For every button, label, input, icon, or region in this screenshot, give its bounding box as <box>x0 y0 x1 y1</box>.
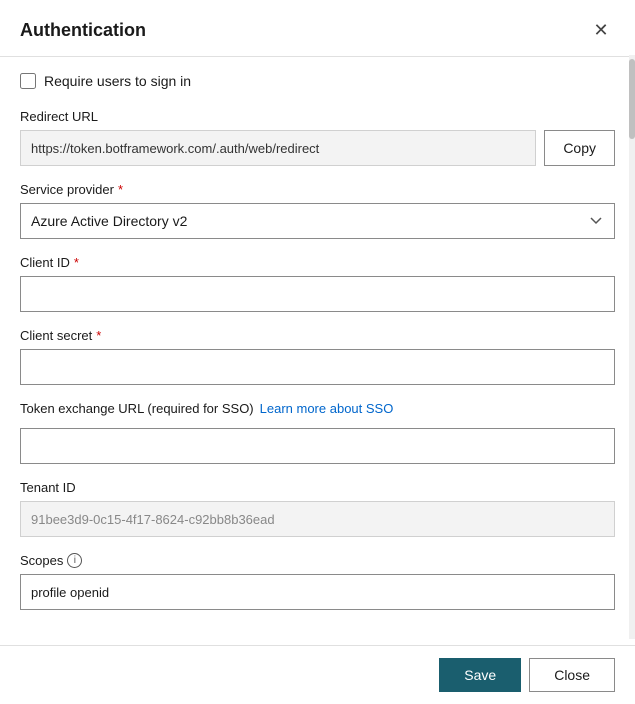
token-exchange-group: Token exchange URL (required for SSO) Le… <box>20 401 615 464</box>
client-secret-input[interactable] <box>20 349 615 385</box>
require-signin-row: Require users to sign in <box>20 73 615 89</box>
learn-more-sso-link[interactable]: Learn more about SSO <box>260 401 394 416</box>
dialog-close-button[interactable]: ✕ <box>587 16 615 44</box>
require-signin-label: Require users to sign in <box>44 73 191 89</box>
client-id-input[interactable] <box>20 276 615 312</box>
dialog-title: Authentication <box>20 20 146 41</box>
client-secret-group: Client secret * <box>20 328 615 385</box>
client-id-label: Client ID * <box>20 255 615 270</box>
client-secret-label: Client secret * <box>20 328 615 343</box>
dialog-body: Require users to sign in Redirect URL Co… <box>0 57 635 645</box>
tenant-id-input <box>20 501 615 537</box>
copy-button[interactable]: Copy <box>544 130 615 166</box>
scrollbar-track <box>629 55 635 639</box>
redirect-url-label: Redirect URL <box>20 109 615 124</box>
scopes-label-row: Scopes i <box>20 553 615 568</box>
redirect-url-group: Redirect URL Copy <box>20 109 615 166</box>
redirect-url-input[interactable] <box>20 130 536 166</box>
scopes-info-icon: i <box>67 553 82 568</box>
tenant-id-group: Tenant ID <box>20 480 615 537</box>
scopes-group: Scopes i <box>20 553 615 610</box>
scopes-input[interactable] <box>20 574 615 610</box>
dialog-footer: Save Close <box>0 645 635 704</box>
token-exchange-label: Token exchange URL (required for SSO) <box>20 401 254 416</box>
client-id-required: * <box>74 255 79 270</box>
scrollbar-thumb[interactable] <box>629 59 635 139</box>
close-button[interactable]: Close <box>529 658 615 692</box>
tenant-id-label: Tenant ID <box>20 480 615 495</box>
save-button[interactable]: Save <box>439 658 521 692</box>
client-id-group: Client ID * <box>20 255 615 312</box>
authentication-dialog: Authentication ✕ Require users to sign i… <box>0 0 635 704</box>
service-provider-required: * <box>118 182 123 197</box>
dialog-header: Authentication ✕ <box>0 0 635 57</box>
service-provider-group: Service provider * Azure Active Director… <box>20 182 615 239</box>
service-provider-select[interactable]: Azure Active Directory v2 <box>20 203 615 239</box>
require-signin-checkbox[interactable] <box>20 73 36 89</box>
token-exchange-input[interactable] <box>20 428 615 464</box>
client-secret-required: * <box>96 328 101 343</box>
token-exchange-label-row: Token exchange URL (required for SSO) Le… <box>20 401 615 416</box>
redirect-url-row: Copy <box>20 130 615 166</box>
service-provider-label: Service provider * <box>20 182 615 197</box>
